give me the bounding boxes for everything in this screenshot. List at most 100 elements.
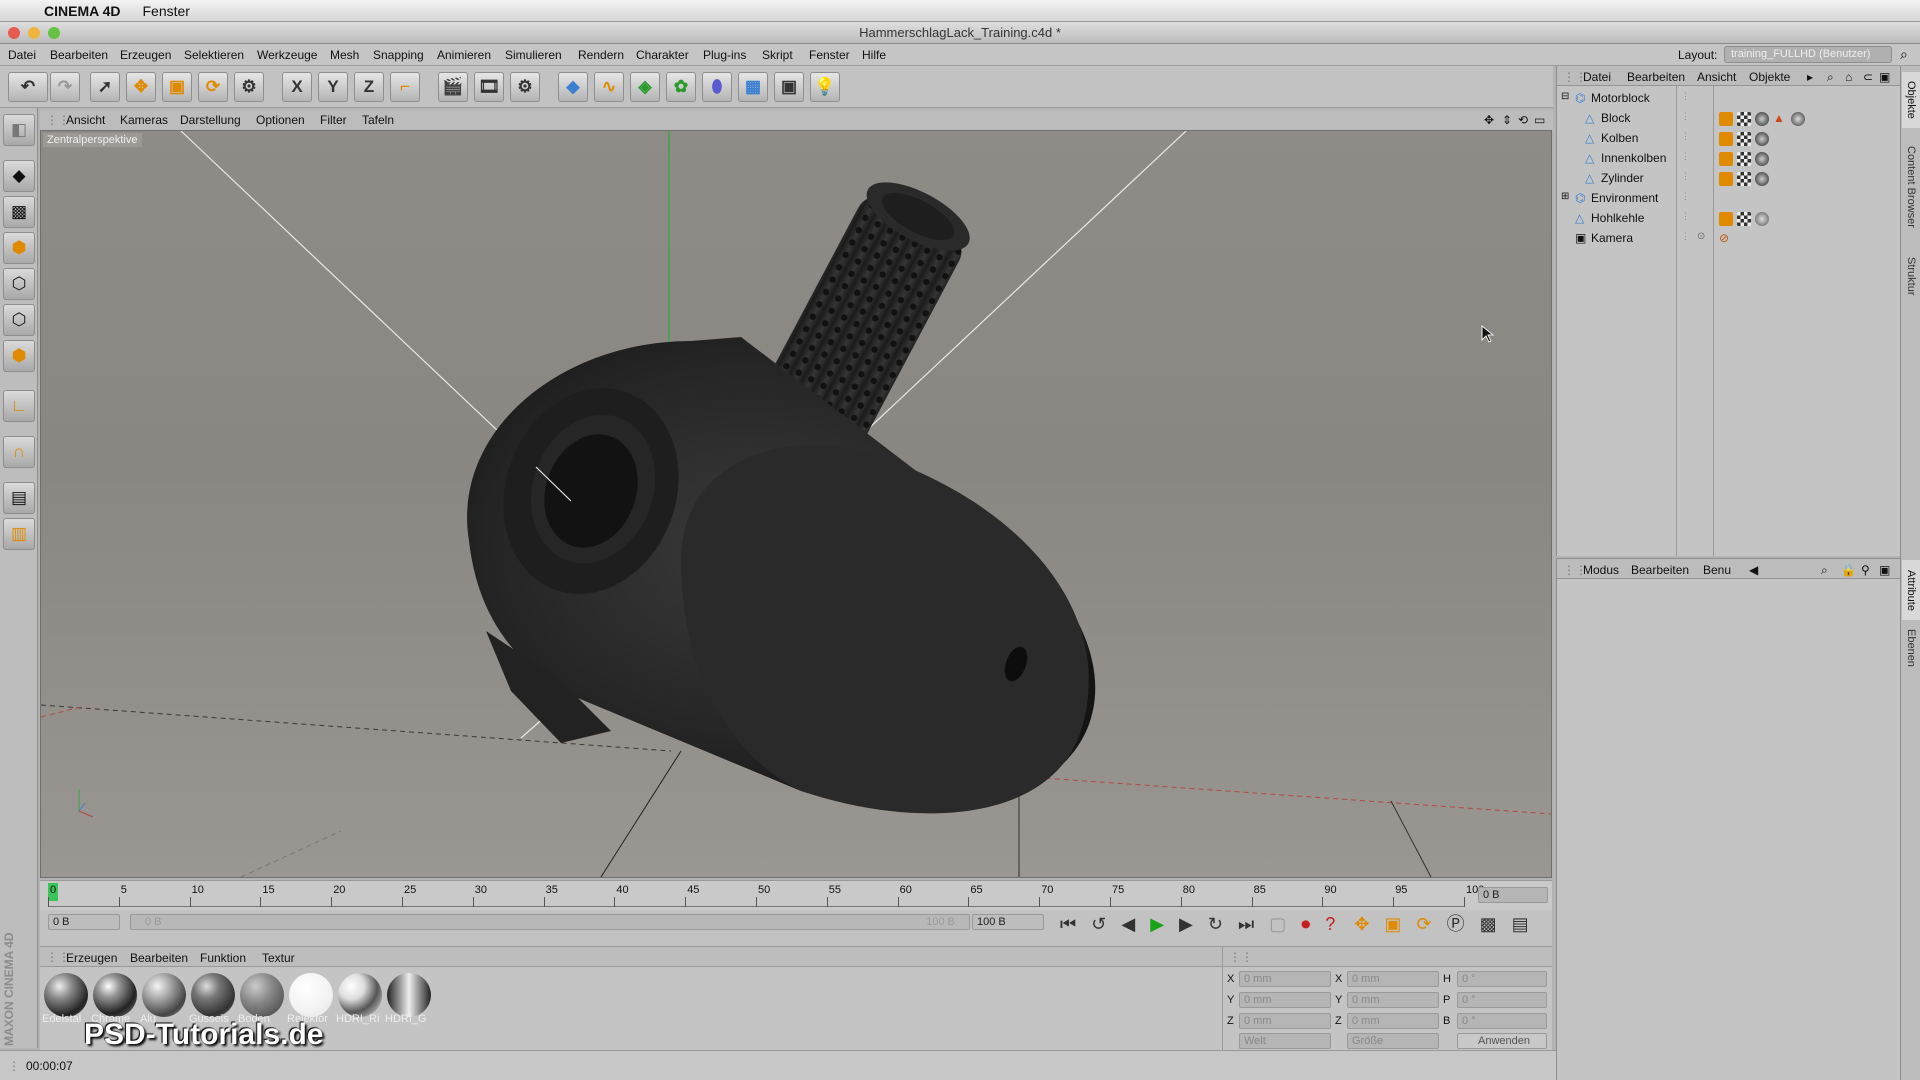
viewport-menu-tafeln[interactable]: Tafeln bbox=[362, 113, 394, 127]
end-frame-field[interactable]: 100 B bbox=[972, 914, 1044, 930]
floor-object-button[interactable]: ▦ bbox=[738, 72, 768, 102]
record-icon[interactable]: ⏺ bbox=[1301, 914, 1310, 934]
uvw-tag-icon[interactable] bbox=[1737, 172, 1751, 186]
camera-object-button[interactable]: ▣ bbox=[774, 72, 804, 102]
collapse-icon[interactable]: ⊟ bbox=[1561, 91, 1569, 102]
lock-icon[interactable]: 🔒 bbox=[1841, 563, 1856, 577]
tab-attribute[interactable]: Attribute bbox=[1902, 560, 1920, 620]
visibility-dots-icon[interactable]: ⋮ bbox=[1681, 151, 1690, 162]
start-frame-field[interactable]: 0 B bbox=[48, 914, 120, 930]
rotate-tool-button[interactable]: ⟳ bbox=[198, 72, 228, 102]
object-menu-bearbeiten[interactable]: Bearbeiten bbox=[1627, 70, 1685, 84]
material-tag-icon[interactable] bbox=[1755, 172, 1769, 186]
viewport-menu-darstellung[interactable]: Darstellung bbox=[180, 113, 241, 127]
size-z-field[interactable]: 0 mm bbox=[1347, 1013, 1439, 1029]
app-menu[interactable]: CINEMA 4D bbox=[44, 3, 121, 19]
material-menu-bearbeiten[interactable]: Bearbeiten bbox=[130, 951, 188, 965]
material-tag-icon[interactable] bbox=[1755, 152, 1769, 166]
material-slot[interactable]: HDRI_G bbox=[385, 967, 433, 1029]
pos-z-field[interactable]: 0 mm bbox=[1239, 1013, 1331, 1029]
object-row-kolben[interactable]: △ Kolben ⋮ bbox=[1557, 128, 1897, 148]
workplane-mode-icon[interactable]: ⬢ bbox=[3, 232, 35, 264]
phong-tag-icon[interactable] bbox=[1719, 152, 1733, 166]
more-arrow-icon[interactable]: ▸ bbox=[1807, 70, 1813, 84]
pos-y-field[interactable]: 0 mm bbox=[1239, 992, 1331, 1008]
material-menu-erzeugen[interactable]: Erzeugen bbox=[66, 951, 117, 965]
go-to-start-icon[interactable]: ⏮ bbox=[1060, 914, 1076, 934]
size-y-field[interactable]: 0 mm bbox=[1347, 992, 1439, 1008]
redo-button[interactable]: ↷ bbox=[50, 72, 80, 102]
autokey-icon[interactable]: ? bbox=[1325, 914, 1335, 934]
cube-object-button[interactable]: ◆ bbox=[558, 72, 588, 102]
visibility-dots-icon[interactable]: ⋮ bbox=[1681, 211, 1690, 222]
rot-p-field[interactable]: 0 ° bbox=[1457, 992, 1547, 1008]
object-menu-objekte[interactable]: Objekte bbox=[1749, 70, 1790, 84]
render-picture-viewer-button[interactable]: 🎞 bbox=[474, 72, 504, 102]
current-frame-field[interactable]: 0 B bbox=[1478, 887, 1548, 903]
material-slot[interactable]: Edelstal bbox=[42, 967, 90, 1029]
timeline-ruler[interactable]: 0 5 10 15 20 25 30 35 40 45 50 55 60 65 70 75 80 85 90 95 10… bbox=[40, 880, 1552, 910]
y-axis-lock-button[interactable]: Y bbox=[318, 72, 348, 102]
key-pla-icon[interactable]: ▩ bbox=[1480, 914, 1497, 934]
uvw-tag-icon[interactable] bbox=[1737, 132, 1751, 146]
menu-charakter[interactable]: Charakter bbox=[636, 48, 689, 62]
go-to-end-icon[interactable]: ⏭ bbox=[1238, 914, 1254, 934]
key-position-icon[interactable]: ✥ bbox=[1354, 914, 1369, 934]
model-mode-icon[interactable]: ◆ bbox=[3, 160, 35, 192]
phong-tag-icon[interactable] bbox=[1719, 212, 1733, 226]
menu-mesh[interactable]: Mesh bbox=[330, 48, 359, 62]
scale-tool-button[interactable]: ▣ bbox=[162, 72, 192, 102]
object-row-hohlkehle[interactable]: △ Hohlkehle ⋮ bbox=[1557, 208, 1897, 228]
menu-selektieren[interactable]: Selektieren bbox=[184, 48, 244, 62]
viewport-maximize-icon[interactable]: ▭ bbox=[1534, 113, 1545, 127]
search-icon[interactable]: ⌕ bbox=[1900, 46, 1908, 63]
uvw-tag-icon[interactable] bbox=[1737, 212, 1751, 226]
key-scale-icon[interactable]: ▣ bbox=[1384, 914, 1401, 934]
visibility-dots-icon[interactable]: ⋮ bbox=[1681, 91, 1690, 102]
viewport-menu-filter[interactable]: Filter bbox=[320, 113, 347, 127]
phong-tag-icon[interactable] bbox=[1719, 112, 1733, 126]
viewport-menu-optionen[interactable]: Optionen bbox=[256, 113, 305, 127]
visibility-dots-icon[interactable]: ⋮ bbox=[1681, 131, 1690, 142]
tab-ebenen[interactable]: Ebenen bbox=[1902, 624, 1920, 672]
snap-magnet-icon[interactable]: ∩ bbox=[3, 436, 35, 468]
workplane-lock-icon[interactable]: ▤ bbox=[3, 482, 35, 514]
visibility-dots-icon[interactable]: ⋮ bbox=[1681, 171, 1690, 182]
loop-icon[interactable]: ▢ bbox=[1269, 914, 1286, 934]
workplane-snap-icon[interactable]: ▥ bbox=[3, 518, 35, 550]
expand-icon[interactable]: ⊞ bbox=[1561, 191, 1569, 202]
render-view-button[interactable]: 🎬 bbox=[438, 72, 468, 102]
menu-skript[interactable]: Skript bbox=[762, 48, 793, 62]
attribute-menu-modus[interactable]: Modus bbox=[1583, 563, 1619, 577]
menu-simulieren[interactable]: Simulieren bbox=[505, 48, 562, 62]
deformer-button[interactable]: ⬮ bbox=[702, 72, 732, 102]
material-tag-icon[interactable] bbox=[1755, 132, 1769, 146]
zoom-window-button[interactable] bbox=[48, 27, 60, 39]
menu-animieren[interactable]: Animieren bbox=[437, 48, 491, 62]
object-search-icon[interactable]: ⌕ bbox=[1827, 70, 1834, 85]
viewport-rotate-icon[interactable]: ⟲ bbox=[1518, 113, 1528, 127]
array-object-button[interactable]: ✿ bbox=[666, 72, 696, 102]
viewport-zoom-icon[interactable]: ⇕ bbox=[1502, 113, 1512, 127]
undo-button[interactable]: ↶ bbox=[8, 72, 48, 102]
key-parameter-icon[interactable]: Ⓟ bbox=[1447, 914, 1465, 934]
timeline-window-icon[interactable]: ▤ bbox=[1512, 914, 1529, 934]
menu-erzeugen[interactable]: Erzeugen bbox=[120, 48, 171, 62]
viewport-menu-kameras[interactable]: Kameras bbox=[120, 113, 168, 127]
menu-fenster[interactable]: Fenster bbox=[809, 48, 850, 62]
material-tag-icon[interactable] bbox=[1755, 212, 1769, 226]
object-row-innenkolben[interactable]: △ Innenkolben ⋮ bbox=[1557, 148, 1897, 168]
render-settings-button[interactable]: ⚙ bbox=[510, 72, 540, 102]
next-frame-icon[interactable]: ▶ bbox=[1179, 914, 1193, 934]
close-window-button[interactable] bbox=[8, 27, 20, 39]
select-tool-button[interactable]: ➚ bbox=[90, 72, 120, 102]
render-toggle-icon[interactable]: ⊙ bbox=[1697, 231, 1705, 242]
fenster-menu[interactable]: Fenster bbox=[143, 3, 190, 19]
warning-tag-icon[interactable]: ▲ bbox=[1773, 111, 1785, 125]
attribute-menu-benutzer[interactable]: Benu bbox=[1703, 563, 1731, 577]
phong-tag-icon[interactable] bbox=[1719, 172, 1733, 186]
polygons-mode-icon[interactable]: ⬢ bbox=[3, 340, 35, 372]
pos-x-field[interactable]: 0 mm bbox=[1239, 971, 1331, 987]
material-tag-icon[interactable] bbox=[1755, 112, 1769, 126]
viewport-3d[interactable]: Zentralperspektive bbox=[40, 130, 1552, 878]
